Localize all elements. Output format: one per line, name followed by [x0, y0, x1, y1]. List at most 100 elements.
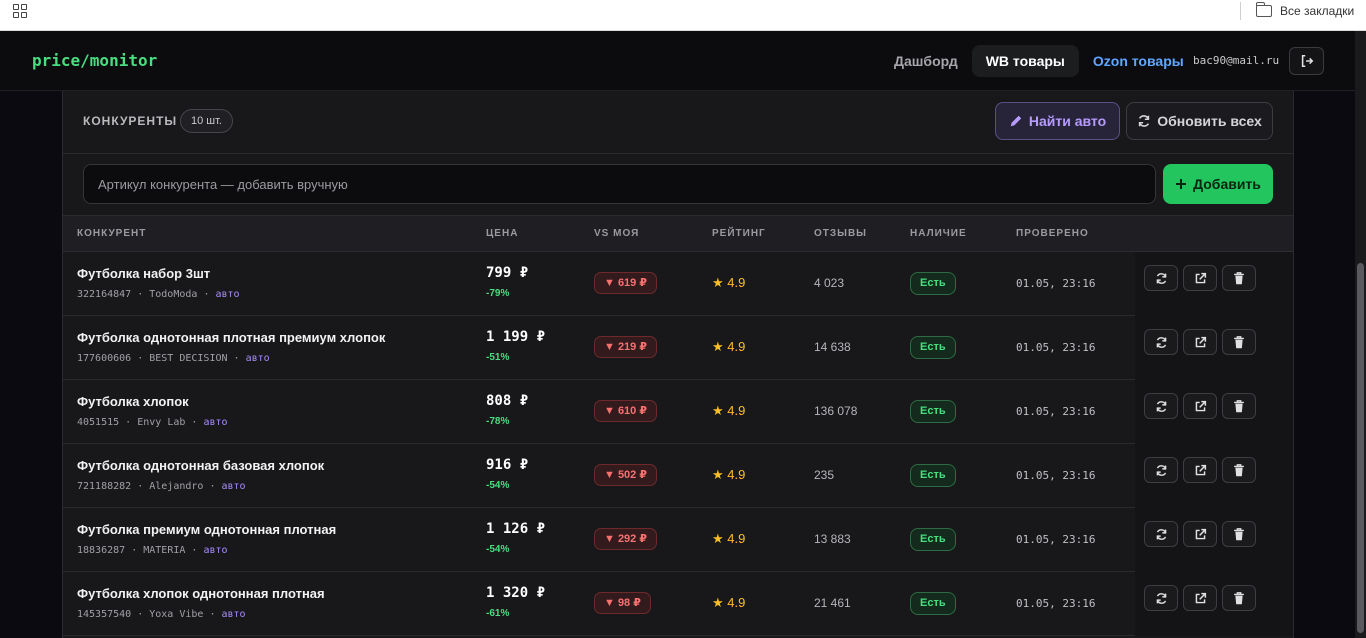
col-price[interactable]: ЦЕНА — [486, 228, 518, 239]
checked-time: 01.05, 23:16 — [1016, 277, 1096, 290]
delete-row-button[interactable] — [1222, 521, 1256, 547]
rating: ★ 4.9 — [712, 467, 745, 483]
col-checked[interactable]: ПРОВЕРЕНО — [1016, 228, 1089, 239]
refresh-row-button[interactable] — [1144, 265, 1178, 291]
rating-value: 4.9 — [727, 275, 746, 290]
add-competitor-button[interactable]: Добавить — [1163, 164, 1273, 204]
price-percent: -54% — [486, 480, 510, 491]
trash-icon — [1234, 271, 1244, 284]
competitor-seller: BEST DECISION — [149, 353, 228, 364]
scrollbar-thumb[interactable] — [1357, 263, 1364, 633]
refresh-row-button[interactable] — [1144, 329, 1178, 355]
row-actions — [1135, 252, 1293, 316]
open-external-button[interactable] — [1183, 521, 1217, 547]
open-external-button[interactable] — [1183, 457, 1217, 483]
competitor-source: авто — [203, 417, 228, 428]
price-diff-badge: ▼ 610 ₽ — [594, 400, 658, 422]
star-icon: ★ — [712, 403, 724, 418]
external-link-icon — [1195, 464, 1206, 475]
folder-icon — [1255, 2, 1272, 17]
competitor-seller: Envy Lab — [137, 417, 186, 428]
refresh-icon — [1156, 272, 1166, 284]
checked-time: 01.05, 23:16 — [1016, 341, 1096, 354]
trash-icon — [1234, 463, 1244, 476]
refresh-row-button[interactable] — [1144, 585, 1178, 611]
competitor-sku: 18836287 — [77, 545, 126, 556]
open-external-button[interactable] — [1183, 393, 1217, 419]
competitor-price: 799 ₽ — [486, 265, 529, 281]
competitor-name[interactable]: Футболка хлопок — [77, 394, 189, 409]
col-reviews[interactable]: ОТЗЫВЫ — [814, 228, 867, 239]
delete-row-button[interactable] — [1222, 457, 1256, 483]
col-rating[interactable]: РЕЙТИНГ — [712, 228, 766, 239]
competitor-sku: 177600606 — [77, 353, 132, 364]
delete-row-button[interactable] — [1222, 329, 1256, 355]
panel-title: КОНКУРЕНТЫ — [83, 114, 178, 128]
rating: ★ 4.9 — [712, 339, 745, 355]
star-icon: ★ — [712, 595, 724, 610]
refresh-icon — [1156, 592, 1166, 604]
price-percent: -78% — [486, 416, 510, 427]
trash-icon — [1234, 527, 1244, 540]
all-bookmarks-folder[interactable]: Все закладки — [1255, 2, 1354, 20]
open-external-button[interactable] — [1183, 329, 1217, 355]
row-actions — [1135, 380, 1293, 444]
apps-grid-icon[interactable] — [13, 4, 27, 18]
stock-badge: Есть — [910, 464, 956, 487]
competitor-sku: 322164847 — [77, 289, 132, 300]
page-scrollbar[interactable] — [1355, 31, 1366, 638]
competitor-price: 1 199 ₽ — [486, 329, 546, 345]
refresh-icon — [1156, 528, 1166, 540]
star-icon: ★ — [712, 339, 724, 354]
competitor-meta: 322164847 · TodoModa · авто — [77, 289, 240, 300]
external-link-icon — [1195, 272, 1206, 283]
add-label: Добавить — [1193, 176, 1261, 192]
price-percent: -61% — [486, 608, 510, 619]
pencil-icon — [1010, 115, 1022, 127]
refresh-row-button[interactable] — [1144, 393, 1178, 419]
find-auto-button[interactable]: Найти авто — [995, 102, 1120, 140]
competitors-panel: КОНКУРЕНТЫ 10 шт. Найти авто Обновить вс… — [62, 91, 1294, 638]
nav-ozon-products[interactable]: Ozon товары — [1079, 45, 1198, 77]
open-external-button[interactable] — [1183, 585, 1217, 611]
competitor-name[interactable]: Футболка хлопок однотонная плотная — [77, 586, 325, 601]
rating-value: 4.9 — [727, 339, 746, 354]
refresh-all-button[interactable]: Обновить всех — [1126, 102, 1273, 140]
col-stock[interactable]: НАЛИЧИЕ — [910, 228, 967, 239]
open-external-button[interactable] — [1183, 265, 1217, 291]
table-row: Футболка однотонная базовая хлопок 72118… — [63, 444, 1293, 508]
logout-button[interactable] — [1289, 47, 1324, 75]
app-logo[interactable]: price/monitor — [32, 51, 157, 70]
refresh-row-button[interactable] — [1144, 457, 1178, 483]
trash-icon — [1234, 591, 1244, 604]
delete-row-button[interactable] — [1222, 265, 1256, 291]
competitor-source: авто — [221, 609, 246, 620]
competitor-name[interactable]: Футболка набор 3шт — [77, 266, 210, 281]
competitor-name[interactable]: Футболка однотонная плотная премиум хлоп… — [77, 330, 385, 345]
delete-row-button[interactable] — [1222, 393, 1256, 419]
competitor-meta: 145357540 · Yoxa Vibe · авто — [77, 609, 246, 620]
competitor-price: 916 ₽ — [486, 457, 529, 473]
col-competitor[interactable]: КОНКУРЕНТ — [77, 228, 146, 239]
nav-wb-products[interactable]: WB товары — [971, 45, 1079, 77]
competitor-source: авто — [215, 289, 240, 300]
reviews-count: 21 461 — [814, 596, 851, 610]
delete-row-button[interactable] — [1222, 585, 1256, 611]
app-header: price/monitor Дашборд WB товары Ozon тов… — [0, 31, 1355, 91]
refresh-icon — [1156, 464, 1166, 476]
competitor-name[interactable]: Футболка премиум однотонная плотная — [77, 522, 336, 537]
competitors-count-badge: 10 шт. — [180, 109, 233, 133]
star-icon: ★ — [712, 531, 724, 546]
rating-value: 4.9 — [727, 403, 746, 418]
competitor-sku: 145357540 — [77, 609, 132, 620]
refresh-row-button[interactable] — [1144, 521, 1178, 547]
competitor-name[interactable]: Футболка однотонная базовая хлопок — [77, 458, 324, 473]
competitor-seller: TodoModa — [149, 289, 198, 300]
competitor-sku-input[interactable] — [83, 164, 1156, 204]
logout-icon — [1301, 54, 1313, 68]
nav-dashboard[interactable]: Дашборд — [880, 45, 972, 77]
competitor-source: авто — [245, 353, 270, 364]
competitor-source: авто — [203, 545, 228, 556]
col-vs-mine[interactable]: VS МОЯ — [594, 228, 639, 239]
refresh-all-label: Обновить всех — [1157, 113, 1262, 129]
